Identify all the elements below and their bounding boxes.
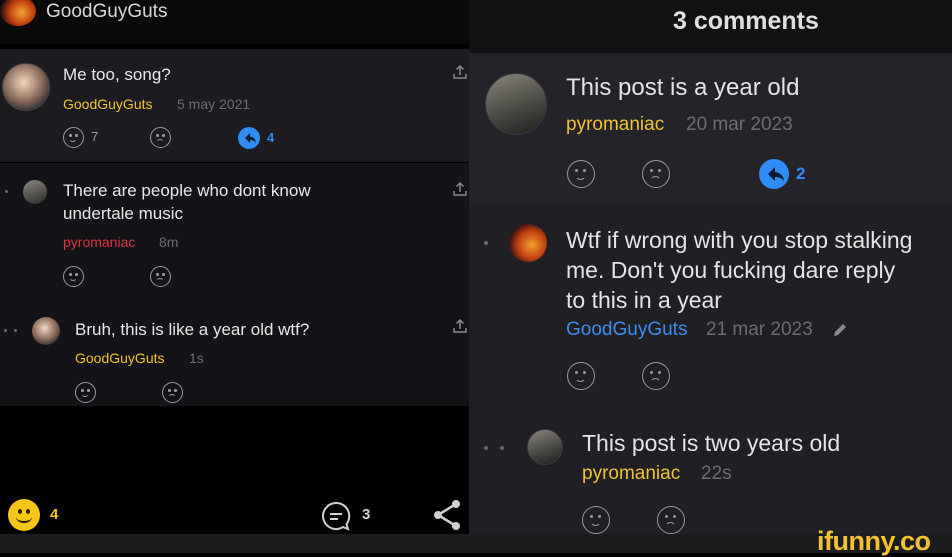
thread-indent-dot xyxy=(500,446,504,450)
bottom-bar: 4 3 xyxy=(0,490,469,540)
comment-avatar[interactable] xyxy=(23,180,47,204)
watermark-strip xyxy=(0,534,952,553)
smile-icon[interactable] xyxy=(567,362,595,390)
comment-author[interactable]: pyromaniac xyxy=(63,234,135,250)
comment-bubble-icon[interactable] xyxy=(319,499,353,533)
profile-header: GoodGuyGuts xyxy=(0,0,469,44)
smile-icon[interactable] xyxy=(63,266,84,287)
share-icon[interactable] xyxy=(451,317,469,335)
comment-time: 5 may 2021 xyxy=(177,96,251,112)
comment-author[interactable]: GoodGuyGuts xyxy=(63,96,153,112)
comment-text: Bruh, this is like a year old wtf? xyxy=(75,320,310,339)
frown-icon[interactable] xyxy=(150,127,171,148)
comment-text-line: undertale music xyxy=(63,204,184,223)
frown-icon[interactable] xyxy=(642,362,670,390)
reply-badge-icon[interactable] xyxy=(759,159,789,189)
frown-icon[interactable] xyxy=(162,382,183,403)
comments-header: 3 comments xyxy=(469,0,952,53)
comment-card: Bruh, this is like a year old wtf? GoodG… xyxy=(0,298,469,406)
frown-icon[interactable] xyxy=(642,160,670,188)
comment-count: 3 xyxy=(362,506,371,523)
comment-text-line: me. Don't you fucking dare reply xyxy=(566,257,896,283)
smile-icon[interactable] xyxy=(582,506,610,534)
reaction-count: 7 xyxy=(91,129,99,144)
comment-time: 1s xyxy=(189,350,204,366)
frown-icon[interactable] xyxy=(657,506,685,534)
reply-badge-icon[interactable] xyxy=(238,127,260,149)
thread-indent-dot xyxy=(484,241,488,245)
comment-text: This post is a year old xyxy=(566,74,800,101)
share-icon[interactable] xyxy=(451,63,469,81)
comment-time: 21 mar 2023 xyxy=(706,319,813,340)
thread-indent-dot xyxy=(14,329,17,332)
comment-avatar[interactable] xyxy=(32,317,60,345)
reply-count: 4 xyxy=(267,130,275,145)
edit-pencil-icon xyxy=(834,324,846,336)
comment-card: There are people who dont know undertale… xyxy=(0,163,469,298)
smile-icon[interactable] xyxy=(75,382,96,403)
thread-indent-dot xyxy=(5,190,8,193)
reply-count: 2 xyxy=(796,164,806,183)
comment-avatar[interactable] xyxy=(2,63,50,111)
comment-text-line: to this in a year xyxy=(566,287,722,313)
comment-author[interactable]: GoodGuyGuts xyxy=(75,350,165,366)
comment-avatar[interactable] xyxy=(527,429,563,465)
comments-title: 3 comments xyxy=(673,7,819,35)
left-screenshot: GoodGuyGuts Me too, song? GoodGuyGuts 5 … xyxy=(0,0,469,553)
comment-card: Wtf if wrong with you stop stalking me. … xyxy=(469,207,952,407)
comment-text: This post is two years old xyxy=(582,430,841,456)
comment-time: 20 mar 2023 xyxy=(686,114,793,135)
comment-time: 8m xyxy=(159,234,179,250)
share-icon[interactable] xyxy=(432,498,464,532)
comment-card: Me too, song? GoodGuyGuts 5 may 2021 7 4 xyxy=(0,49,469,162)
share-icon[interactable] xyxy=(451,180,469,198)
comment-avatar[interactable] xyxy=(485,73,547,135)
smile-icon[interactable] xyxy=(63,127,84,148)
right-screenshot: 3 comments This post is a year old pyrom… xyxy=(469,0,952,553)
header-avatar[interactable] xyxy=(0,0,36,26)
comment-avatar[interactable] xyxy=(509,224,547,262)
comment-text: Me too, song? xyxy=(63,65,171,84)
ifunny-watermark: ifunny.co xyxy=(817,526,931,556)
thread-indent-dot xyxy=(484,446,488,450)
thread-indent-dot xyxy=(4,329,7,332)
comment-author[interactable]: pyromaniac xyxy=(566,114,664,136)
comment-text-line: There are people who dont know xyxy=(63,181,311,200)
frown-icon[interactable] xyxy=(150,266,171,287)
comment-card: This post is a year old pyromaniac 20 ma… xyxy=(469,53,952,203)
comment-text-line: Wtf if wrong with you stop stalking xyxy=(566,227,913,253)
header-username[interactable]: GoodGuyGuts xyxy=(46,1,167,23)
comment-time: 22s xyxy=(701,463,732,484)
comment-author[interactable]: pyromaniac xyxy=(582,463,680,485)
comment-author[interactable]: GoodGuyGuts xyxy=(566,319,687,341)
smile-reaction-icon[interactable] xyxy=(8,499,40,531)
smile-count: 4 xyxy=(50,506,59,523)
smile-icon[interactable] xyxy=(567,160,595,188)
